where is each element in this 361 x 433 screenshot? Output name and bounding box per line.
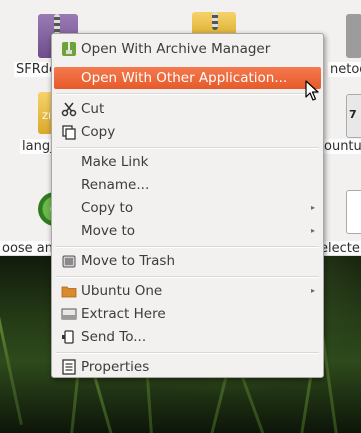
menu-item-label: Move to <box>81 223 136 239</box>
send-to-icon <box>62 330 74 344</box>
properties-icon <box>62 359 76 375</box>
menu-item-label: Extract Here <box>81 306 166 322</box>
desktop-icon-label[interactable]: electe <box>318 241 361 256</box>
menu-item-make-link[interactable]: Make Link <box>54 151 321 173</box>
submenu-arrow-icon: ▸ <box>310 226 315 235</box>
desktop-icon-label[interactable]: netoo <box>328 62 361 77</box>
submenu-arrow-icon: ▸ <box>310 286 315 295</box>
copy-icon <box>62 125 76 140</box>
menu-separator <box>56 276 319 278</box>
menu-item-label: Make Link <box>81 154 149 170</box>
menu-item-rename[interactable]: Rename... <box>54 174 321 196</box>
menu-item-label: Cut <box>81 101 105 117</box>
menu-item-ubuntu-one[interactable]: Ubuntu One ▸ <box>54 280 321 302</box>
ubuntu-archive-icon[interactable] <box>346 14 361 58</box>
menu-item-label: Copy <box>81 124 116 140</box>
menu-item-label: Send To... <box>81 329 147 345</box>
menu-separator <box>56 246 319 248</box>
menu-item-send-to[interactable]: Send To... <box>54 326 321 348</box>
menu-item-open-with-archive-manager[interactable]: Open With Archive Manager <box>54 38 321 60</box>
menu-item-copy[interactable]: Copy <box>54 121 321 143</box>
submenu-arrow-icon: ▸ <box>310 203 315 212</box>
menu-item-cut[interactable]: Cut <box>54 98 321 120</box>
menu-item-open-with-other-application[interactable]: Open With Other Application... <box>54 67 321 89</box>
menu-item-label: Ubuntu One <box>81 283 163 299</box>
menu-separator <box>56 147 319 149</box>
context-menu: Open With Archive Manager Open With Othe… <box>51 33 324 378</box>
desktop-icon-label[interactable]: ountu <box>322 139 361 154</box>
archive-manager-icon <box>62 42 76 56</box>
text-file-icon[interactable] <box>346 190 361 234</box>
menu-item-label: Open With Archive Manager <box>81 41 271 57</box>
menu-item-label: Rename... <box>81 177 150 193</box>
menu-item-label: Open With Other Application... <box>81 70 288 86</box>
extract-icon <box>61 308 77 320</box>
folder-icon <box>61 286 77 298</box>
menu-item-move-to-trash[interactable]: Move to Trash <box>54 250 321 272</box>
menu-item-extract-here[interactable]: Extract Here <box>54 303 321 325</box>
mouse-cursor-icon <box>305 80 319 101</box>
trash-icon <box>62 255 76 268</box>
scissors-icon <box>61 102 77 117</box>
menu-item-label: Properties <box>81 359 150 375</box>
menu-item-copy-to[interactable]: Copy to ▸ <box>54 197 321 219</box>
menu-separator <box>56 352 319 354</box>
menu-item-properties[interactable]: Properties <box>54 356 321 378</box>
menu-separator <box>56 93 319 95</box>
menu-item-label: Move to Trash <box>81 253 176 269</box>
menu-item-label: Copy to <box>81 200 134 216</box>
menu-item-move-to[interactable]: Move to ▸ <box>54 220 321 242</box>
sevenzip-file-icon[interactable]: 7 <box>346 94 361 138</box>
